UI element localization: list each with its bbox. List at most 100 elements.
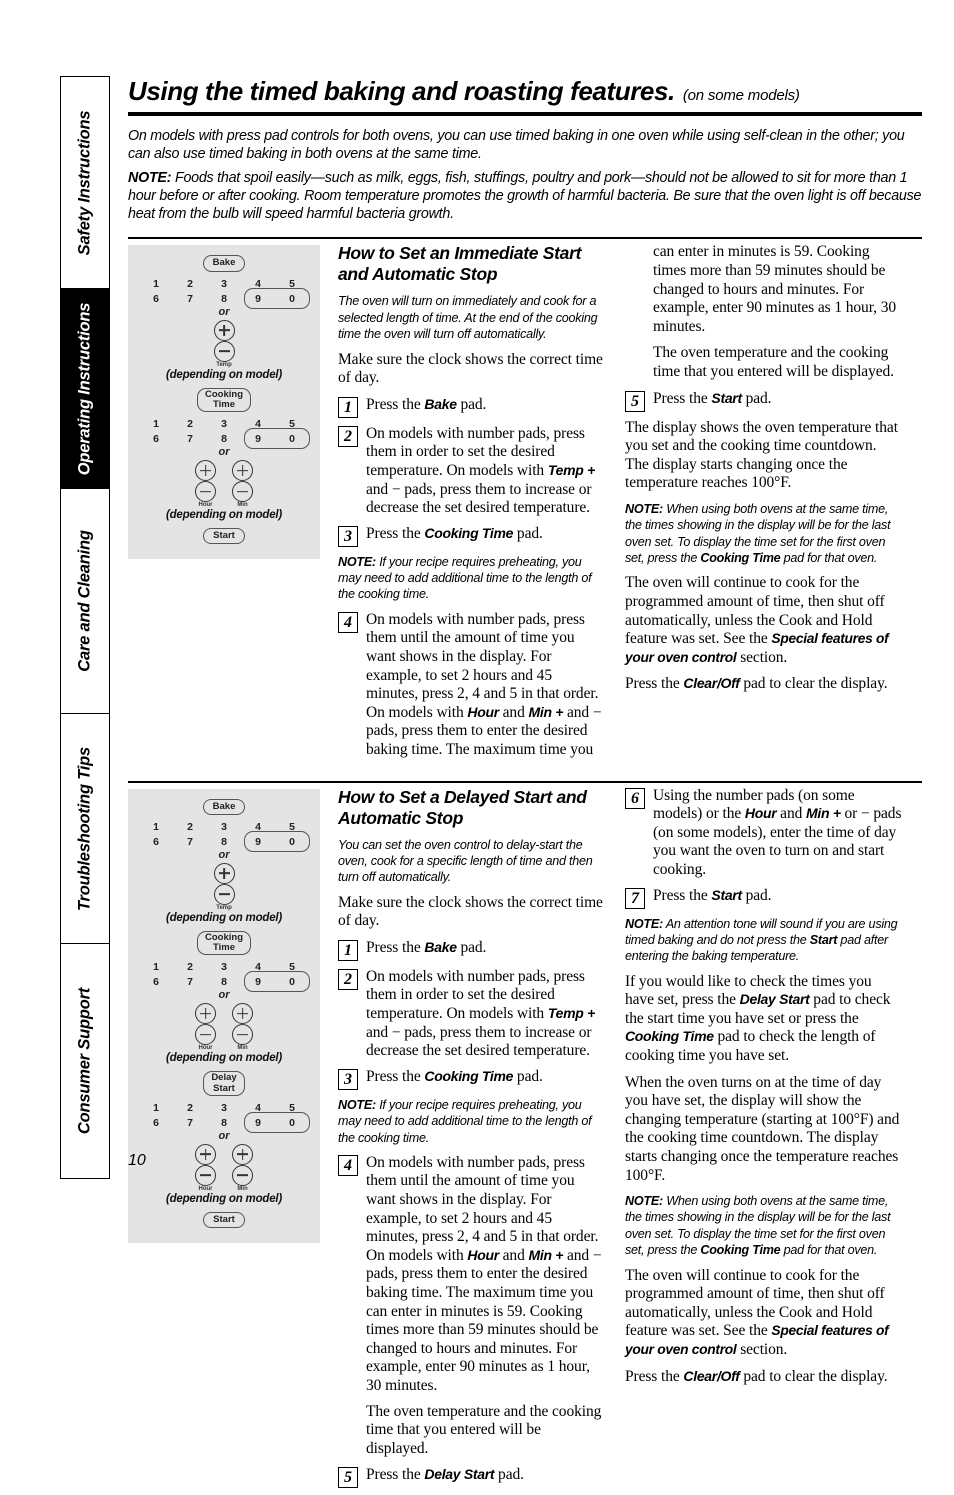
minus-icon[interactable] [195,481,216,503]
number-pad-0[interactable]: 0 [280,293,304,305]
sidebar-tab-label: Consumer Support [75,987,94,1135]
number-pad-5[interactable]: 5 [280,821,304,833]
number-pad-5[interactable]: 5 [280,278,304,290]
number-pad-6[interactable]: 6 [144,433,168,445]
number-pad-3[interactable]: 3 [212,418,236,430]
number-pad-6[interactable]: 6 [144,293,168,305]
number-pad-9[interactable]: 9 [246,293,270,305]
hour-plus-minus-label: Hour [198,1045,213,1052]
cooking-time-pad[interactable]: Cooking Time [197,930,251,956]
or-label: or [218,1129,230,1142]
sidebar-tab-safety-instructions[interactable]: Safety Instructions [60,76,110,288]
min-plus-minus-label: Min [237,502,248,509]
number-pad-5[interactable]: 5 [280,961,304,973]
number-pad-2[interactable]: 2 [178,821,202,833]
number-pad-7[interactable]: 7 [178,433,202,445]
plus-icon[interactable] [213,862,235,884]
number-pad-3[interactable]: 3 [212,278,236,290]
number-pad-0[interactable]: 0 [280,976,304,988]
number-pad-7[interactable]: 7 [178,293,202,305]
depending-on-model-label: (depending on model) [165,509,283,522]
number-pad-2[interactable]: 2 [178,961,202,973]
number-pad-1[interactable]: 1 [144,961,168,973]
step-2-6: 6 Using the number pads (on some models)… [625,787,903,880]
number-pad-2[interactable]: 2 [178,1102,202,1114]
plus-icon[interactable] [195,1143,216,1165]
number-pad-2[interactable]: 2 [178,418,202,430]
number-pad-1[interactable]: 1 [144,418,168,430]
section2-heading: How to Set a Delayed Start and Automatic… [338,786,587,828]
number-pad-4[interactable]: 4 [246,278,270,290]
number-pad-9[interactable]: 9 [246,433,270,445]
number-pad-8[interactable]: 8 [212,1117,236,1129]
number-pad-0[interactable]: 0 [280,1117,304,1129]
plus-icon[interactable] [232,1003,253,1025]
number-pad-7[interactable]: 7 [178,1117,202,1129]
plus-icon[interactable] [213,319,235,341]
number-pad-6[interactable]: 6 [144,976,168,988]
number-pad-7[interactable]: 7 [178,976,202,988]
step-text: Press the Cooking Time pad. [366,525,603,544]
section2-note-2: NOTE: An attention tone will sound if yo… [625,916,903,965]
number-pad-6[interactable]: 6 [144,1117,168,1129]
number-pad-9[interactable]: 9 [246,976,270,988]
minus-icon[interactable] [213,340,235,362]
number-pad-4[interactable]: 4 [246,1102,270,1114]
minus-icon[interactable] [232,1164,253,1186]
number-pad-8[interactable]: 8 [212,293,236,305]
number-pad-1[interactable]: 1 [144,278,168,290]
start-pad[interactable]: Start [203,528,245,545]
number-pad-3[interactable]: 3 [212,1102,236,1114]
bake-pad[interactable]: Bake [202,798,246,815]
number-pad-9[interactable]: 9 [246,1117,270,1129]
depending-on-model-label: (depending on model) [165,911,283,924]
number-pad-4[interactable]: 4 [246,821,270,833]
pad-name: Start [711,389,742,406]
section2-clock-note: Make sure the clock shows the correct ti… [338,893,603,930]
minus-icon[interactable] [195,1024,216,1046]
number-pad-1[interactable]: 1 [144,1102,168,1114]
note-text: An attention tone will sound if you are … [625,916,898,964]
plus-icon[interactable] [232,460,253,482]
number-pad-0[interactable]: 0 [280,836,304,848]
number-pad-3[interactable]: 3 [212,821,236,833]
pad-name: Cooking Time [424,524,514,541]
number-pad-0[interactable]: 0 [280,433,304,445]
number-pad-5[interactable]: 5 [280,418,304,430]
number-pad-2[interactable]: 2 [178,278,202,290]
number-pad-6[interactable]: 6 [144,836,168,848]
or-label: or [218,305,230,318]
note-text: When using both ovens at the same time, … [625,1194,891,1258]
plus-icon[interactable] [195,460,216,482]
plus-icon[interactable] [232,1143,253,1165]
number-pad-1[interactable]: 1 [144,821,168,833]
number-pad-3[interactable]: 3 [212,961,236,973]
number-pad-4[interactable]: 4 [246,961,270,973]
cooking-time-pad[interactable]: Cooking Time [197,387,251,413]
number-pad-9[interactable]: 9 [246,836,270,848]
number-pad-8[interactable]: 8 [212,976,236,988]
number-pad-8[interactable]: 8 [212,836,236,848]
plus-icon[interactable] [195,1003,216,1025]
section1-note-1: NOTE: If your recipe requires preheating… [338,554,603,603]
page-title-main: Using the timed baking and roasting feat… [128,76,675,106]
number-pad-5[interactable]: 5 [280,1102,304,1114]
minus-icon[interactable] [232,481,253,503]
start-pad[interactable]: Start [203,1211,245,1229]
bake-pad[interactable]: Bake [202,255,246,272]
step-2-3: 3 Press the Cooking Time pad. [338,1068,603,1090]
step-text-post: pad. [456,395,487,413]
sidebar-tab-operating-instructions[interactable]: Operating Instructions [60,288,110,488]
number-pad-4[interactable]: 4 [246,418,270,430]
number-pad-7[interactable]: 7 [178,836,202,848]
sidebar-tab-troubleshooting-tips[interactable]: Troubleshooting Tips [60,713,110,943]
minus-icon[interactable] [213,883,235,905]
number-pad-8[interactable]: 8 [212,433,236,445]
sidebar-tab-consumer-support[interactable]: Consumer Support [60,943,110,1179]
sidebar-tab-care-and-cleaning[interactable]: Care and Cleaning [60,488,110,713]
sidebar-tab-label: Safety Instructions [75,110,94,255]
minus-icon[interactable] [232,1024,253,1046]
sidebar-tab-label: Troubleshooting Tips [75,746,94,911]
minus-icon[interactable] [195,1164,216,1186]
delay-start-pad[interactable]: Delay Start [203,1071,245,1096]
